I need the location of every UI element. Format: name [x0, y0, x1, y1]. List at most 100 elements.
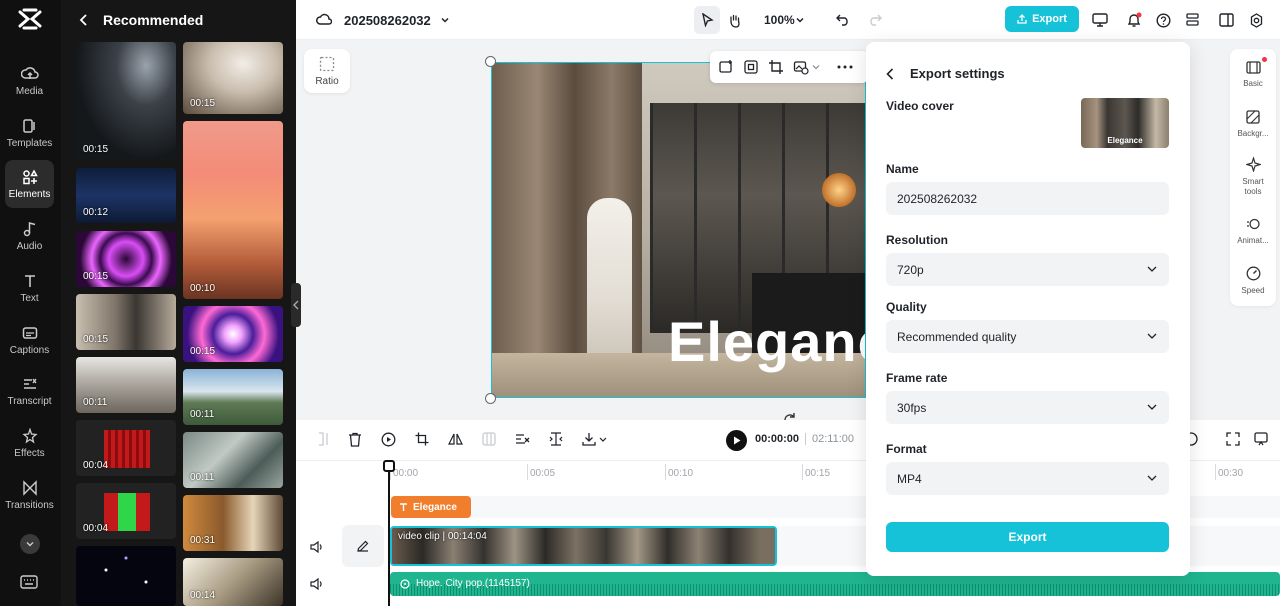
video-clip[interactable]: video clip | 00:14:04 — [390, 526, 777, 566]
play-button[interactable] — [726, 430, 747, 451]
back-arrow-icon[interactable] — [79, 14, 89, 26]
panel-collapse-handle[interactable] — [291, 283, 301, 327]
fullscreen-icon[interactable] — [1226, 432, 1240, 446]
sidebar-item-captions[interactable]: Captions — [5, 316, 54, 364]
more-dots-icon[interactable] — [837, 65, 853, 69]
select-pointer-button[interactable] — [694, 6, 720, 34]
sidebar-item-transitions[interactable]: Transitions — [5, 471, 54, 519]
rail-item-animation[interactable]: Animat... — [1230, 217, 1276, 246]
resize-handle[interactable] — [485, 56, 496, 67]
media-thumbnail[interactable] — [76, 546, 176, 606]
format-select[interactable]: MP4 — [886, 462, 1169, 495]
split-layout-icon[interactable] — [1219, 0, 1234, 40]
capcut-logo-icon[interactable] — [18, 8, 42, 30]
text-clip[interactable]: Elegance — [391, 496, 471, 518]
undo-icon[interactable] — [836, 0, 850, 40]
media-thumbnail[interactable]: 00:31 — [183, 495, 283, 551]
media-thumbnail[interactable]: 00:11 — [76, 357, 176, 413]
media-thumbnail[interactable]: 00:11 — [183, 432, 283, 488]
media-thumbnail[interactable]: 00:15 — [183, 42, 283, 114]
chevron-down-icon — [1147, 404, 1157, 410]
rail-item-background[interactable]: Backgr... — [1230, 110, 1276, 139]
rail-item-basic[interactable]: Basic — [1230, 57, 1276, 89]
mask-icon[interactable] — [482, 432, 496, 446]
layers-stack-icon[interactable] — [1185, 0, 1200, 40]
media-thumbnail[interactable]: 00:04 — [76, 420, 176, 476]
sidebar-item-elements[interactable]: Elements — [5, 160, 54, 208]
sidebar-item-media[interactable]: Media — [5, 57, 54, 105]
canvas-floating-toolbar — [710, 51, 868, 83]
image-adjust-icon[interactable] — [793, 59, 809, 75]
name-input[interactable]: 202508262032 — [886, 182, 1169, 215]
zoom-chevron-icon[interactable] — [795, 0, 805, 40]
split-icon[interactable] — [316, 432, 330, 446]
media-thumbnail[interactable]: 00:15 — [183, 306, 283, 362]
quality-select[interactable]: Recommended quality — [886, 320, 1169, 353]
sidebar-item-effects[interactable]: Effects — [5, 419, 54, 467]
video-cover-thumbnail[interactable]: Elegance — [1081, 98, 1169, 148]
media-thumbnail[interactable]: 00:12 — [76, 168, 176, 223]
sidebar-item-text[interactable]: Text — [5, 264, 54, 312]
settings-gear-icon[interactable] — [1249, 0, 1264, 40]
video-track-volume-icon[interactable] — [310, 541, 324, 553]
audio-track-volume-icon[interactable] — [310, 578, 324, 590]
sidebar-item-label: Media — [15, 85, 44, 97]
crop-icon[interactable] — [768, 59, 784, 75]
freeze-play-icon[interactable] — [381, 432, 396, 447]
frame-rate-select[interactable]: 30fps — [886, 391, 1169, 424]
ruler-label: 00:10 — [668, 468, 694, 479]
chevron-down-icon — [1147, 475, 1157, 481]
hand-tool-icon[interactable] — [728, 0, 742, 40]
crop-icon[interactable] — [415, 432, 429, 446]
quality-label: Quality — [886, 300, 927, 314]
video-canvas[interactable]: Elegance — [491, 62, 866, 398]
chevron-down-icon[interactable] — [599, 437, 607, 443]
media-thumbnail[interactable]: 00:04 — [76, 483, 176, 539]
delete-trash-icon[interactable] — [348, 432, 362, 447]
export-button[interactable]: Export — [1005, 6, 1079, 32]
redo-icon[interactable] — [868, 0, 882, 40]
edit-cover-button[interactable] — [342, 525, 384, 567]
back-arrow-icon[interactable] — [886, 67, 894, 80]
playhead-handle[interactable] — [383, 460, 395, 472]
sidebar-item-transcript[interactable]: Transcript — [5, 367, 54, 415]
modal-export-button[interactable]: Export — [886, 522, 1169, 552]
media-thumbnail[interactable]: 00:15 — [76, 42, 176, 160]
transitions-icon — [22, 479, 37, 496]
keyboard-shortcuts-icon[interactable] — [20, 575, 38, 589]
resize-handle[interactable] — [485, 393, 496, 404]
media-thumbnail[interactable]: 00:15 — [76, 294, 176, 350]
media-thumbnail[interactable]: 00:10 — [183, 121, 283, 299]
quality-value: Recommended quality — [897, 329, 1017, 344]
select-area-icon[interactable] — [743, 59, 759, 75]
project-menu-chevron-icon[interactable] — [440, 0, 450, 40]
present-screen-icon[interactable] — [1092, 0, 1108, 40]
resolution-select[interactable]: 720p — [886, 253, 1169, 286]
media-thumbnail[interactable]: 00:11 — [183, 369, 283, 425]
project-name[interactable]: 202508262032 — [344, 0, 431, 40]
chevron-down-icon[interactable] — [812, 63, 820, 71]
canvas-text-overlay[interactable]: Elegance — [668, 309, 865, 374]
replace-media-icon[interactable] — [718, 59, 734, 75]
cloud-sync-icon[interactable] — [316, 0, 332, 40]
notifications-bell-icon[interactable] — [1126, 0, 1142, 40]
playhead[interactable] — [388, 464, 390, 606]
expand-rail-button[interactable] — [20, 534, 40, 554]
speed-curve-icon[interactable] — [515, 432, 530, 446]
mirror-flip-icon[interactable] — [448, 432, 463, 446]
auto-captions-icon[interactable] — [549, 432, 563, 446]
zoom-level[interactable]: 100% — [764, 0, 795, 40]
media-cloud-icon — [20, 66, 39, 79]
help-question-icon[interactable] — [1156, 0, 1171, 40]
rail-item-speed[interactable]: Speed — [1230, 266, 1276, 296]
current-timecode: 00:00:00 — [755, 433, 800, 445]
rail-item-smart-tools[interactable]: Smart tools — [1230, 157, 1276, 197]
media-thumbnail[interactable]: 00:15 — [76, 231, 176, 287]
sidebar-item-audio[interactable]: Audio — [5, 212, 54, 260]
media-thumbnail[interactable]: 00:14 — [183, 558, 283, 606]
preview-window-icon[interactable] — [1254, 432, 1268, 446]
sidebar-item-templates[interactable]: Templates — [5, 109, 54, 157]
download-icon[interactable] — [582, 432, 596, 446]
aspect-ratio-button[interactable]: Ratio — [304, 49, 350, 93]
ruler-tick — [1215, 464, 1216, 480]
